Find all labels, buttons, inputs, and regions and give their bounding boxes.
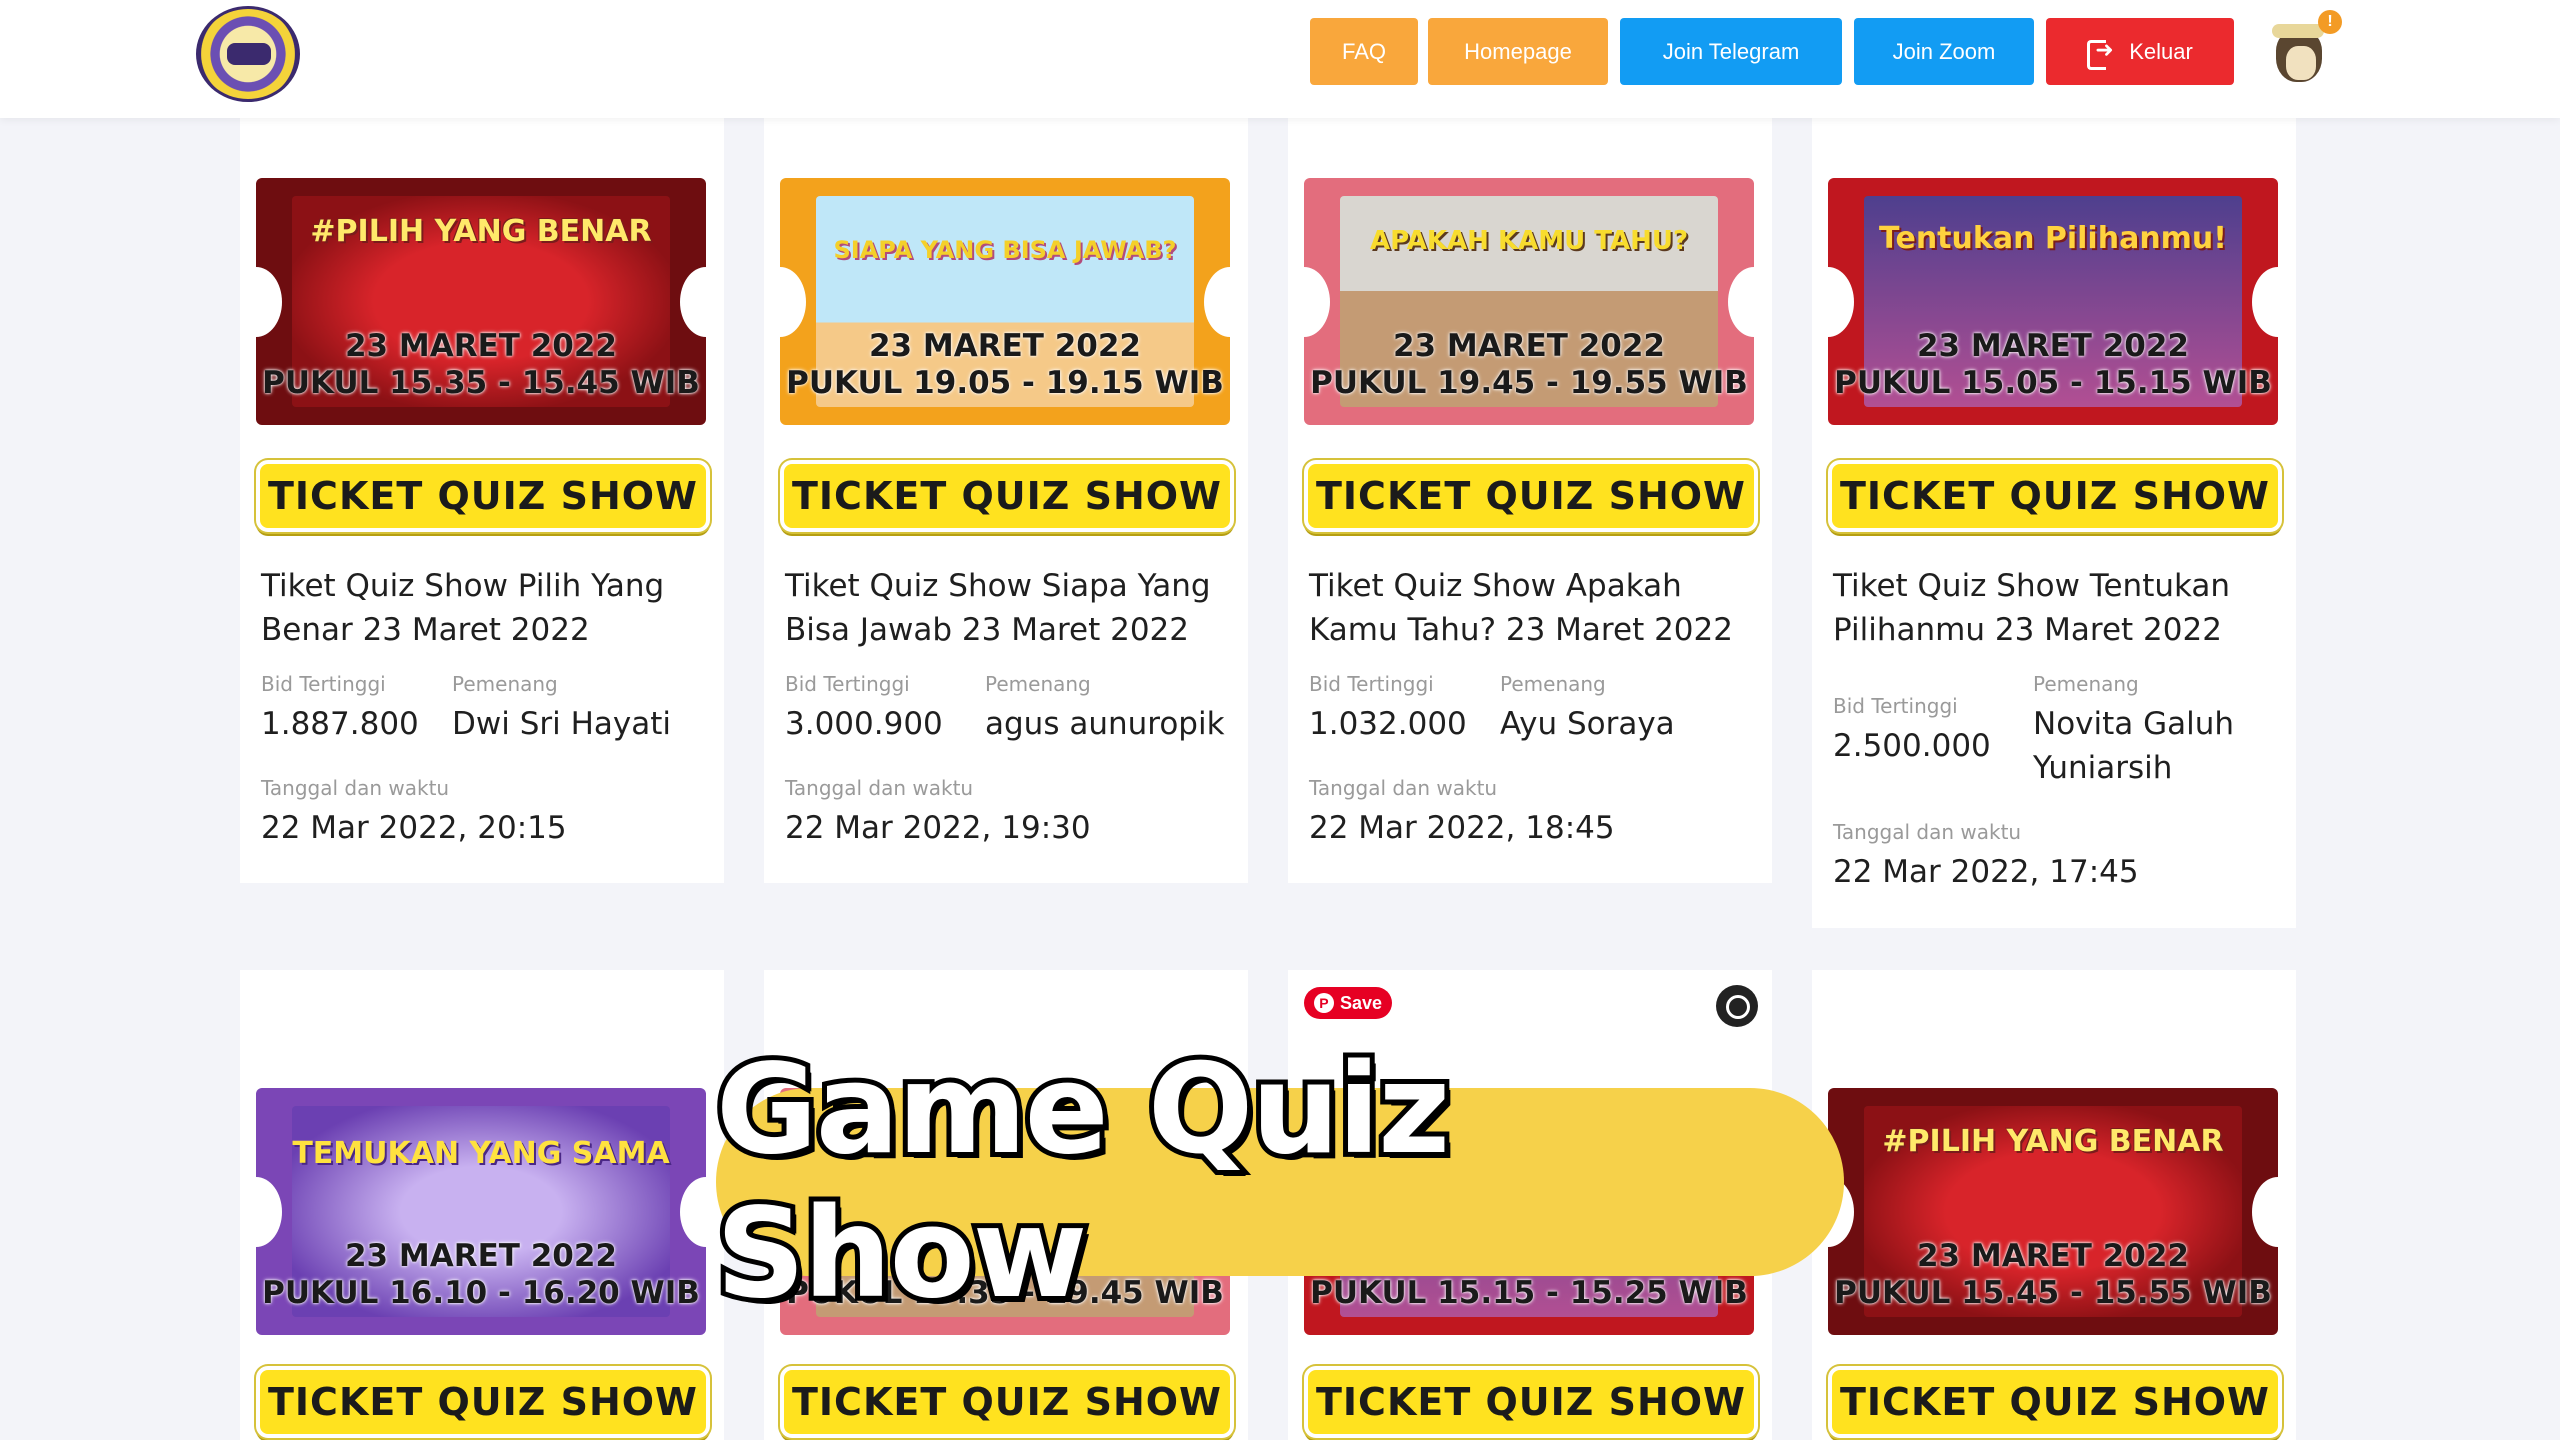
auction-card[interactable]: Tentukan Pilihanmu! 23 MARET 2022 PUKUL … [1812, 118, 2296, 928]
ticket-quiz-show-button[interactable]: TICKET QUIZ SHOW [256, 1366, 710, 1438]
card-title[interactable]: Tiket Quiz Show Pilih Yang Benar 23 Mare… [261, 564, 708, 652]
datetime-label: Tanggal dan waktu [1309, 776, 1498, 800]
visual-search-icon[interactable] [1716, 985, 1758, 1027]
bid-value: 2.500.000 [1833, 728, 1991, 764]
datetime-value: 22 Mar 2022, 20:15 [261, 810, 567, 846]
join-telegram-button[interactable]: Join Telegram [1620, 18, 1842, 85]
winner-label: Pemenang [452, 672, 558, 696]
ticket-banner-image[interactable]: #PILIH YANG BENAR 23 MARET 2022 PUKUL 15… [1828, 1088, 2278, 1335]
save-label: Save [1339, 992, 1383, 1013]
datetime-value: 22 Mar 2022, 18:45 [1309, 810, 1615, 846]
avatar-face [2286, 46, 2316, 80]
datetime-label: Tanggal dan waktu [785, 776, 974, 800]
banner-date: 23 MARET 2022 [868, 328, 1142, 364]
logout-button[interactable]: Keluar [2046, 18, 2234, 85]
card-title[interactable]: Tiket Quiz Show Siapa Yang Bisa Jawab 23… [785, 564, 1232, 652]
winner-value: agus aunuropik [985, 706, 1225, 742]
pinterest-icon: P [1313, 993, 1334, 1013]
ticket-notch [2252, 266, 2278, 337]
homepage-button[interactable]: Homepage [1428, 18, 1608, 85]
winner-value: Dwi Sri Hayati [452, 706, 671, 742]
banner-title: #PILIH YANG BENAR [310, 214, 652, 249]
banner-time: PUKUL 19.05 - 19.15 WIB [786, 365, 1224, 401]
bid-label: Bid Tertinggi [1309, 672, 1434, 696]
winner-label: Pemenang [1500, 672, 1606, 696]
banner-time: PUKUL 15.45 - 15.55 WIB [1834, 1275, 2272, 1311]
ticket-banner-image[interactable]: APAKAH KAMU TAHU? 23 MARET 2022 PUKUL 19… [1304, 178, 1754, 425]
ticket-quiz-show-button[interactable]: TICKET QUIZ SHOW [780, 460, 1234, 532]
site-logo[interactable] [196, 6, 300, 102]
ticket-quiz-show-button[interactable]: TICKET QUIZ SHOW [1828, 1366, 2282, 1438]
ticket-banner-image[interactable]: Tentukan Pilihanmu! 23 MARET 2022 PUKUL … [1828, 178, 2278, 425]
ticket-notch [680, 1176, 706, 1247]
pinterest-save-button[interactable]: P Save [1304, 987, 1392, 1019]
auction-card[interactable]: #PILIH YANG BENAR 23 MARET 2022 PUKUL 15… [240, 118, 724, 883]
ticket-notch [256, 1176, 282, 1247]
banner-title: SIAPA YANG BISA JAWAB? [833, 236, 1177, 264]
ticket-notch [1204, 266, 1230, 337]
notification-badge[interactable]: ! [2318, 10, 2342, 34]
winner-value: Ayu Soraya [1500, 706, 1675, 742]
banner-time: PUKUL 16.10 - 16.20 WIB [262, 1275, 700, 1311]
auction-card[interactable]: TEMUKAN YANG SAMA 23 MARET 2022 PUKUL 16… [240, 970, 724, 1440]
winner-label: Pemenang [2033, 672, 2139, 696]
auction-card[interactable]: APAKAH KAMU TAHU? 23 MARET 2022 PUKUL 19… [1288, 118, 1772, 883]
banner-time: PUKUL 15.05 - 15.15 WIB [1834, 365, 2272, 401]
datetime-value: 22 Mar 2022, 19:30 [785, 810, 1091, 846]
auction-card[interactable]: SIAPA YANG BISA JAWAB? 23 MARET 2022 PUK… [764, 118, 1248, 883]
ticket-notch [780, 266, 806, 337]
top-navbar: FAQ Homepage Join Telegram Join Zoom Kel… [0, 0, 2560, 118]
ticket-notch [680, 266, 706, 337]
datetime-label: Tanggal dan waktu [261, 776, 450, 800]
card-title[interactable]: Tiket Quiz Show Tentukan Pilihanmu 23 Ma… [1833, 564, 2280, 652]
winner-value: Novita Galuh Yuniarsih [2033, 706, 2235, 786]
overlay-title-banner: Game Quiz Show [711, 1033, 1844, 1331]
ticket-banner-image[interactable]: TEMUKAN YANG SAMA 23 MARET 2022 PUKUL 16… [256, 1088, 706, 1335]
bid-value: 3.000.900 [785, 706, 943, 742]
datetime-label: Tanggal dan waktu [1833, 820, 2022, 844]
ticket-quiz-show-button[interactable]: TICKET QUIZ SHOW [1828, 460, 2282, 532]
banner-title: Tentukan Pilihanmu! [1879, 221, 2227, 256]
logout-icon [2087, 37, 2115, 70]
banner-date: 23 MARET 2022 [1916, 328, 2190, 364]
logout-label: Keluar [2129, 38, 2193, 64]
ticket-banner-image[interactable]: SIAPA YANG BISA JAWAB? 23 MARET 2022 PUK… [780, 178, 1230, 425]
winner-label: Pemenang [985, 672, 1091, 696]
banner-date: 23 MARET 2022 [344, 328, 618, 364]
banner-date: 23 MARET 2022 [1916, 1238, 2190, 1274]
banner-title: TEMUKAN YANG SAMA [292, 1136, 670, 1171]
bid-label: Bid Tertinggi [785, 672, 910, 696]
bid-label: Bid Tertinggi [261, 672, 386, 696]
bid-value: 1.032.000 [1309, 706, 1467, 742]
ticket-quiz-show-button[interactable]: TICKET QUIZ SHOW [256, 460, 710, 532]
card-title[interactable]: Tiket Quiz Show Apakah Kamu Tahu? 23 Mar… [1309, 564, 1756, 652]
ticket-notch [2252, 1176, 2278, 1247]
banner-date: 23 MARET 2022 [1392, 328, 1666, 364]
auction-card[interactable]: #PILIH YANG BENAR 23 MARET 2022 PUKUL 15… [1812, 970, 2296, 1440]
banner-title: APAKAH KAMU TAHU? [1369, 226, 1689, 256]
avatar-hat [2272, 24, 2324, 38]
banner-date: 23 MARET 2022 [344, 1238, 618, 1274]
bid-value: 1.887.800 [261, 706, 419, 742]
ticket-quiz-show-button[interactable]: TICKET QUIZ SHOW [1304, 460, 1758, 532]
ticket-quiz-show-button[interactable]: TICKET QUIZ SHOW [780, 1366, 1234, 1438]
ticket-notch [1304, 266, 1330, 337]
ticket-banner-image[interactable]: #PILIH YANG BENAR 23 MARET 2022 PUKUL 15… [256, 178, 706, 425]
ticket-quiz-show-button[interactable]: TICKET QUIZ SHOW [1304, 1366, 1758, 1438]
ticket-notch [256, 266, 282, 337]
overlay-title: Game Quiz Show [711, 1033, 1455, 1331]
ticket-notch [1728, 266, 1754, 337]
join-zoom-button[interactable]: Join Zoom [1854, 18, 2034, 85]
ticket-notch [1828, 266, 1854, 337]
faq-button[interactable]: FAQ [1310, 18, 1418, 85]
datetime-value: 22 Mar 2022, 17:45 [1833, 854, 2139, 890]
banner-time: PUKUL 15.35 - 15.45 WIB [262, 365, 700, 401]
banner-title: #PILIH YANG BENAR [1882, 1124, 2224, 1159]
banner-time: PUKUL 19.45 - 19.55 WIB [1310, 365, 1748, 401]
bid-label: Bid Tertinggi [1833, 694, 1958, 718]
